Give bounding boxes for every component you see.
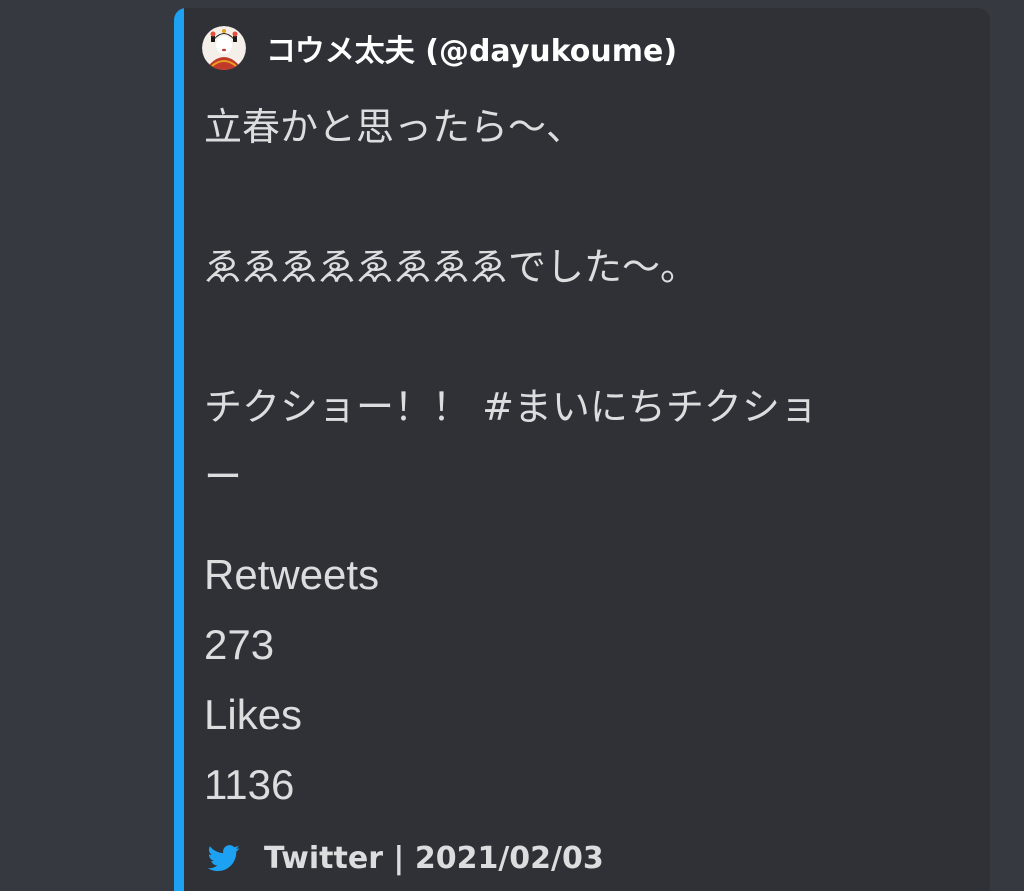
tweet-line: ゑゑゑゑゑゑゑゑでした〜。 [204, 245, 699, 289]
footer-text: Twitter | 2021/02/03 [264, 840, 604, 876]
chat-background: コウメ太夫 (@dayukoume) 立春かと思ったら〜、 ゑゑゑゑゑゑゑゑでし… [0, 0, 1024, 891]
field-value-retweets: 273 [204, 621, 275, 668]
avatar-image [202, 26, 246, 70]
author-name-link[interactable]: コウメ太夫 (@dayukoume) [266, 26, 677, 70]
embed-footer: Twitter | 2021/02/03 [208, 836, 604, 880]
field-name-retweets: Retweets [204, 551, 380, 598]
twitter-bird-icon [208, 845, 240, 872]
tweet-text-segment: チクショー！！ [204, 385, 483, 429]
tweet-text: 立春かと思ったら〜、 ゑゑゑゑゑゑゑゑでした〜。 チクショー！！ #まいにちチク… [204, 92, 974, 512]
embed-fields: Retweets 273 Likes 1136 [204, 540, 379, 820]
field-value-likes: 1136 [204, 761, 295, 808]
tweet-line: チクショー！！ #まいにちチクショ [204, 372, 974, 442]
field-name-likes: Likes [204, 691, 303, 738]
embed-accent-bar [174, 8, 184, 891]
hashtag-link[interactable]: #まいにちチクショ [482, 385, 818, 429]
twitter-embed: コウメ太夫 (@dayukoume) 立春かと思ったら〜、 ゑゑゑゑゑゑゑゑでし… [174, 8, 990, 891]
tweet-line: 立春かと思ったら〜、 [204, 105, 585, 149]
embed-author: コウメ太夫 (@dayukoume) [202, 26, 677, 70]
tweet-line: ー [204, 455, 243, 499]
avatar[interactable] [202, 26, 246, 70]
